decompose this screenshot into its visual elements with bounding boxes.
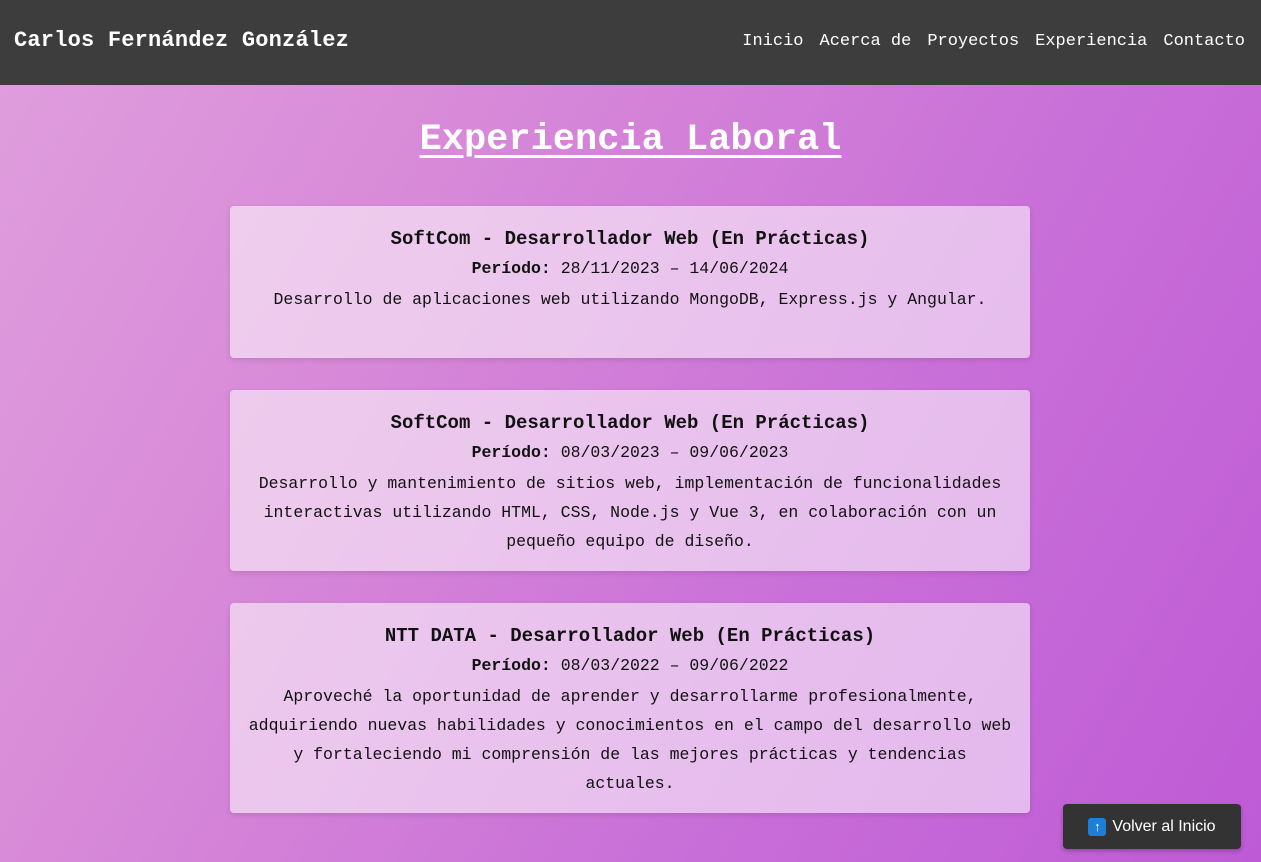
back-to-top-button[interactable]: ↑ Volver al Inicio bbox=[1063, 804, 1241, 849]
experience-period: Período: 08/03/2022 – 09/06/2022 bbox=[248, 653, 1012, 678]
nav-link-inicio[interactable]: Inicio bbox=[742, 32, 803, 51]
navbar: Carlos Fernández González Inicio Acerca … bbox=[0, 0, 1261, 85]
experience-title: SoftCom - Desarrollador Web (En Práctica… bbox=[390, 228, 870, 250]
period-value: 28/11/2023 – 14/06/2024 bbox=[560, 259, 789, 278]
period-value: 08/03/2023 – 09/06/2023 bbox=[560, 443, 789, 462]
experience-description: Desarrollo y mantenimiento de sitios web… bbox=[258, 474, 1002, 551]
experience-card: SoftCom - Desarrollador Web (En Práctica… bbox=[230, 390, 1030, 571]
back-to-top-label: Volver al Inicio bbox=[1112, 817, 1216, 835]
nav-link-acerca-de[interactable]: Acerca de bbox=[820, 32, 912, 51]
experience-period: Período: 08/03/2023 – 09/06/2023 bbox=[248, 440, 1012, 465]
period-value: 08/03/2022 – 09/06/2022 bbox=[560, 656, 789, 675]
experience-card: NTT DATA - Desarrollador Web (En Práctic… bbox=[230, 603, 1030, 813]
site-brand[interactable]: Carlos Fernández González bbox=[14, 28, 349, 53]
nav-link-proyectos[interactable]: Proyectos bbox=[927, 32, 1019, 51]
nav-links: Inicio Acerca de Proyectos Experiencia C… bbox=[742, 32, 1245, 51]
experience-title: SoftCom - Desarrollador Web (En Práctica… bbox=[390, 412, 870, 434]
experience-description: Desarrollo de aplicaciones web utilizand… bbox=[273, 290, 987, 309]
experience-period: Período: 28/11/2023 – 14/06/2024 bbox=[248, 256, 1012, 281]
experience-title: NTT DATA - Desarrollador Web (En Práctic… bbox=[384, 625, 876, 647]
period-label: Período: bbox=[471, 259, 551, 278]
period-label: Período: bbox=[471, 443, 551, 462]
nav-link-experiencia[interactable]: Experiencia bbox=[1035, 32, 1147, 51]
period-label: Período: bbox=[471, 656, 551, 675]
page-title: Experiencia Laboral bbox=[419, 119, 842, 161]
experience-description: Aproveché la oportunidad de aprender y d… bbox=[248, 687, 1012, 793]
up-arrow-icon: ↑ bbox=[1088, 817, 1107, 836]
experience-card: SoftCom - Desarrollador Web (En Práctica… bbox=[230, 206, 1030, 358]
nav-link-contacto[interactable]: Contacto bbox=[1163, 32, 1245, 51]
